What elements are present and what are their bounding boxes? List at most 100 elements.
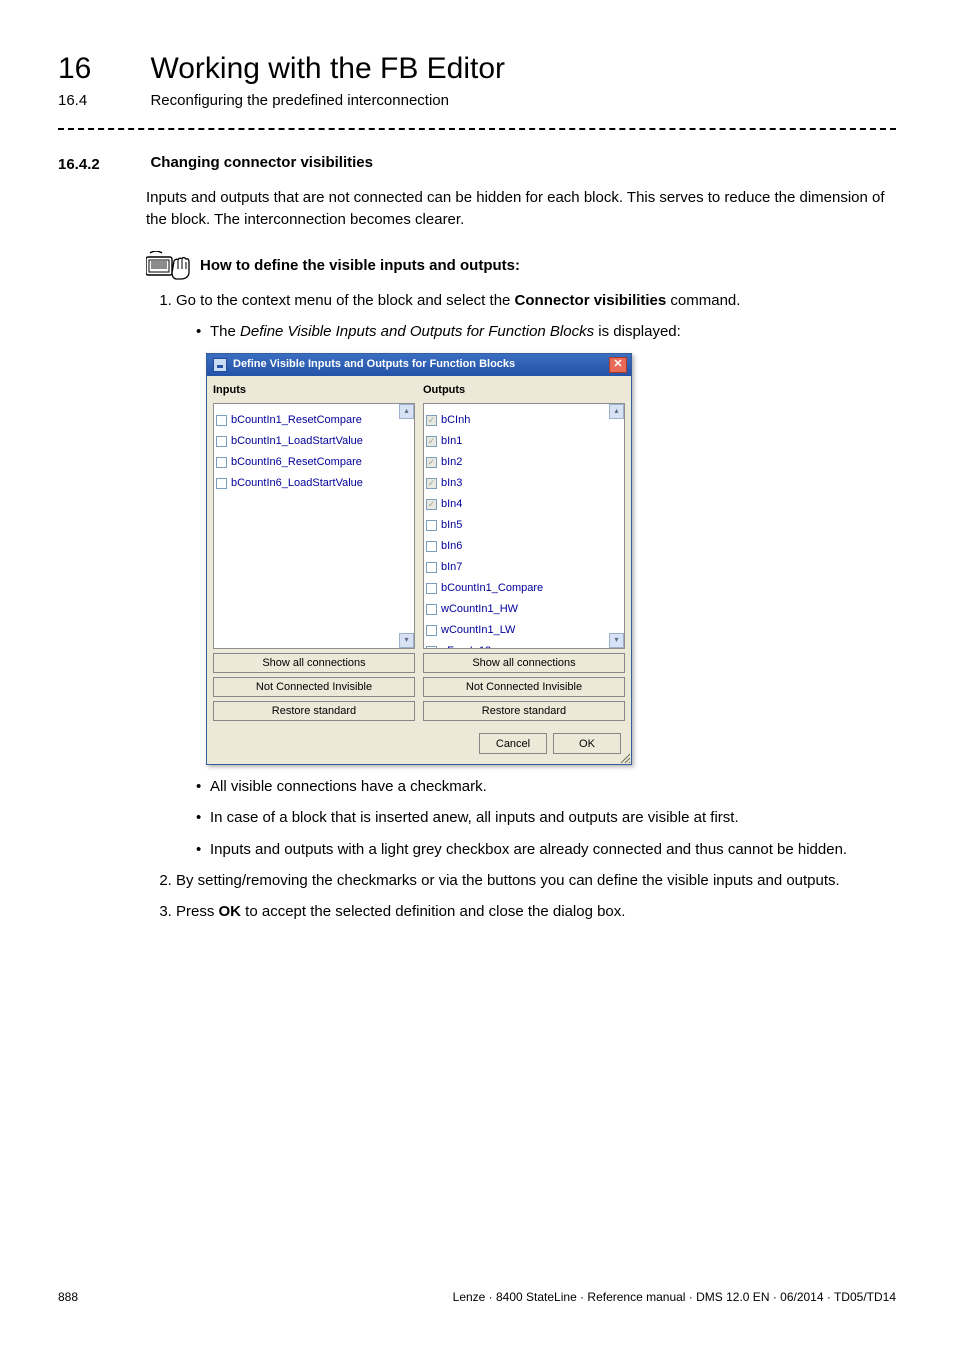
list-item-label: bCountIn1_LoadStartValue xyxy=(231,435,363,448)
step-3: Press OK to accept the selected definiti… xyxy=(176,900,896,923)
inputs-restore-button[interactable]: Restore standard xyxy=(213,701,415,721)
dialog-app-icon xyxy=(213,358,227,372)
checkbox-icon: ✓ xyxy=(426,478,437,489)
checkbox-icon[interactable] xyxy=(426,541,437,552)
step3-cmd: OK xyxy=(219,903,242,920)
howto-heading: How to define the visible inputs and out… xyxy=(200,257,520,274)
list-item[interactable]: ✓ bCInh xyxy=(426,414,606,427)
list-item[interactable]: bCountIn6_ResetCompare xyxy=(216,456,396,469)
checkbox-icon: ✓ xyxy=(426,436,437,447)
step1-bullet-pre: The xyxy=(210,323,240,340)
outputs-listbox[interactable]: ▴ ✓ bCInh ✓ bIn1 ✓ bIn2 ✓ bIn3 ✓ bIn4 bIn5 bIn6 bIn7… xyxy=(423,403,625,649)
list-item-label: nFreqIn12_a xyxy=(441,645,503,649)
list-item-label: bIn5 xyxy=(441,519,462,532)
ok-button[interactable]: OK xyxy=(553,733,621,754)
checkbox-icon[interactable] xyxy=(426,520,437,531)
list-item-label: bIn3 xyxy=(441,477,462,490)
section-number: 16.4.2 xyxy=(58,154,146,173)
list-item-label: bCInh xyxy=(441,414,470,427)
after-dialog-c: Inputs and outputs with a light grey che… xyxy=(196,838,896,861)
checkbox-icon: ✓ xyxy=(426,457,437,468)
chapter-number: 16 xyxy=(58,52,146,86)
after-dialog-a: All visible connections have a checkmark… xyxy=(196,775,896,798)
step-2: By setting/removing the checkmarks or vi… xyxy=(176,869,896,892)
checkbox-icon[interactable] xyxy=(216,415,227,426)
step1-command: Connector visibilities xyxy=(515,292,667,309)
list-item-label: bIn7 xyxy=(441,561,462,574)
list-item[interactable]: bCountIn1_LoadStartValue xyxy=(216,435,396,448)
list-item-label: wCountIn1_LW xyxy=(441,624,515,637)
outputs-restore-button[interactable]: Restore standard xyxy=(423,701,625,721)
step1-bullet-post: is displayed: xyxy=(594,323,681,340)
list-item-label: bIn4 xyxy=(441,498,462,511)
list-item[interactable]: bCountIn6_LoadStartValue xyxy=(216,477,396,490)
checkbox-icon: ✓ xyxy=(426,415,437,426)
close-button[interactable]: ✕ xyxy=(609,357,627,373)
scroll-down-icon[interactable]: ▾ xyxy=(609,633,624,648)
step3-post: to accept the selected definition and cl… xyxy=(241,903,625,920)
list-item-label: bCountIn6_ResetCompare xyxy=(231,456,362,469)
scroll-up-icon[interactable]: ▴ xyxy=(399,404,414,419)
checkbox-icon[interactable] xyxy=(216,478,227,489)
step3-pre: Press xyxy=(176,903,219,920)
checkbox-icon[interactable] xyxy=(426,604,437,615)
outputs-hide-notconnected-button[interactable]: Not Connected Invisible xyxy=(423,677,625,697)
step1-bullet: The Define Visible Inputs and Outputs fo… xyxy=(196,320,896,343)
list-item[interactable]: wCountIn1_LW xyxy=(426,624,606,637)
list-item[interactable]: wCountIn1_HW xyxy=(426,603,606,616)
inputs-hide-notconnected-button[interactable]: Not Connected Invisible xyxy=(213,677,415,697)
list-item[interactable]: nFreqIn12_a xyxy=(426,645,606,649)
scroll-down-icon[interactable]: ▾ xyxy=(399,633,414,648)
dialog-titlebar: Define Visible Inputs and Outputs for Fu… xyxy=(207,354,631,376)
checkbox-icon[interactable] xyxy=(426,625,437,636)
step1-bullet-ital: Define Visible Inputs and Outputs for Fu… xyxy=(240,323,594,340)
chapter-row: 16 Working with the FB Editor xyxy=(58,52,896,86)
subchapter-title: Reconfiguring the predefined interconnec… xyxy=(150,92,449,109)
step1-post: command. xyxy=(666,292,740,309)
list-item-label: bIn1 xyxy=(441,435,462,448)
checkbox-icon[interactable] xyxy=(216,436,227,447)
checkbox-icon[interactable] xyxy=(426,583,437,594)
list-item[interactable]: ✓ bIn3 xyxy=(426,477,606,490)
list-item[interactable]: bCountIn1_ResetCompare xyxy=(216,414,396,427)
list-item-label: bCountIn1_ResetCompare xyxy=(231,414,362,427)
checkbox-icon[interactable] xyxy=(426,646,437,649)
subchapter-row: 16.4 Reconfiguring the predefined interc… xyxy=(58,92,896,110)
list-item[interactable]: ✓ bIn1 xyxy=(426,435,606,448)
list-item[interactable]: bIn7 xyxy=(426,561,606,574)
checkbox-icon: ✓ xyxy=(426,499,437,510)
outputs-show-all-button[interactable]: Show all connections xyxy=(423,653,625,673)
list-item-label: bIn2 xyxy=(441,456,462,469)
list-item[interactable]: bIn5 xyxy=(426,519,606,532)
step1-pre: Go to the context menu of the block and … xyxy=(176,292,515,309)
section-title: Changing connector visibilities xyxy=(150,154,373,171)
list-item-label: bCountIn6_LoadStartValue xyxy=(231,477,363,490)
list-item-label: wCountIn1_HW xyxy=(441,603,518,616)
cancel-button[interactable]: Cancel xyxy=(479,733,547,754)
resize-grip-icon[interactable] xyxy=(617,750,631,764)
list-item-label: bCountIn1_Compare xyxy=(441,582,543,595)
section-row: 16.4.2 Changing connector visibilities xyxy=(58,154,896,173)
list-item[interactable]: ✓ bIn2 xyxy=(426,456,606,469)
chapter-title: Working with the FB Editor xyxy=(150,52,505,86)
subchapter-number: 16.4 xyxy=(58,92,146,109)
list-item-label: bIn6 xyxy=(441,540,462,553)
outputs-label: Outputs xyxy=(423,382,625,399)
divider xyxy=(58,128,896,130)
step-1: Go to the context menu of the block and … xyxy=(176,289,896,861)
intro-paragraph: Inputs and outputs that are not connecte… xyxy=(146,187,896,231)
list-item[interactable]: bIn6 xyxy=(426,540,606,553)
after-dialog-b: In case of a block that is inserted anew… xyxy=(196,806,896,829)
dialog-title-text: Define Visible Inputs and Outputs for Fu… xyxy=(233,356,609,373)
inputs-listbox[interactable]: ▴ bCountIn1_ResetCompare bCountIn1_LoadSt… xyxy=(213,403,415,649)
dialog-window: Define Visible Inputs and Outputs for Fu… xyxy=(206,353,632,765)
inputs-show-all-button[interactable]: Show all connections xyxy=(213,653,415,673)
checkbox-icon[interactable] xyxy=(216,457,227,468)
page-number: 888 xyxy=(58,1290,78,1304)
list-item[interactable]: bCountIn1_Compare xyxy=(426,582,606,595)
footer-meta: Lenze · 8400 StateLine · Reference manua… xyxy=(453,1290,896,1304)
list-item[interactable]: ✓ bIn4 xyxy=(426,498,606,511)
procedure-icon xyxy=(146,251,190,281)
scroll-up-icon[interactable]: ▴ xyxy=(609,404,624,419)
checkbox-icon[interactable] xyxy=(426,562,437,573)
